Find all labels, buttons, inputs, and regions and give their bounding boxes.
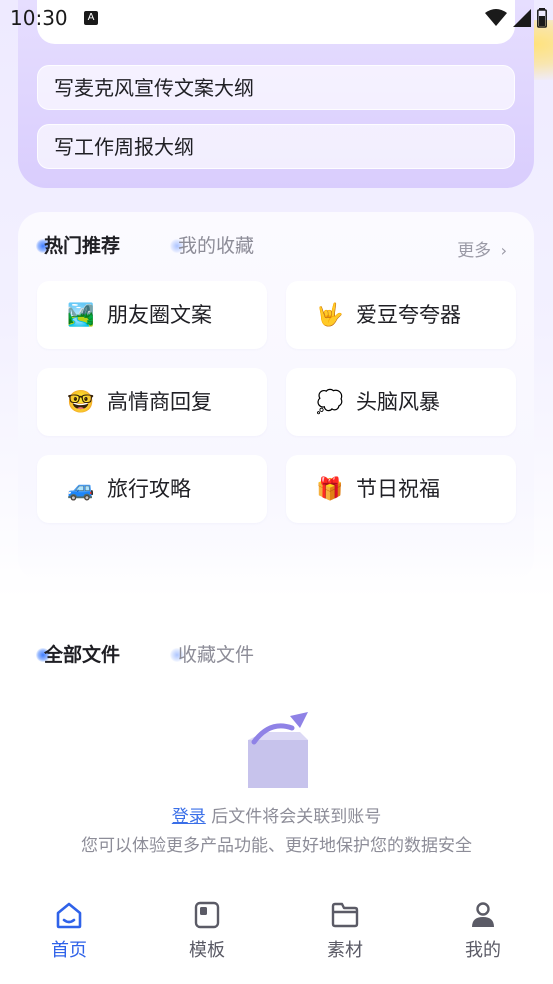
nav-materials-label: 素材 — [327, 940, 363, 961]
signal-icon — [513, 9, 531, 27]
thought-bubble-icon: 💭 — [316, 390, 344, 415]
tab-favorite-files[interactable]: 收藏文件 — [178, 642, 254, 668]
nav-materials[interactable]: 素材 — [276, 886, 414, 984]
login-text: 后文件将会关联到账号 — [211, 807, 382, 827]
notification-icon: A — [84, 11, 98, 25]
bottom-nav: 首页 模板 素材 我的 — [0, 886, 553, 984]
template-item[interactable]: 💭 头脑风暴 — [286, 368, 516, 436]
more-link[interactable]: 更多 › — [457, 236, 507, 261]
login-link[interactable]: 登录 — [172, 807, 206, 827]
template-item-label: 高情商回复 — [107, 390, 212, 414]
nav-templates[interactable]: 模板 — [138, 886, 276, 984]
template-item[interactable]: 🏞️ 朋友圈文案 — [37, 281, 267, 349]
template-item[interactable]: 🎁 节日祝福 — [286, 455, 516, 523]
nav-home-label: 首页 — [51, 940, 87, 961]
status-bar: 10:30 A — [0, 0, 553, 36]
status-icons — [485, 8, 547, 28]
nav-home[interactable]: 首页 — [0, 886, 138, 984]
suggestion-chip[interactable]: 写麦克风宣传文案大纲 — [37, 65, 515, 110]
profile-icon — [472, 902, 494, 927]
rock-hand-icon: 🤟 — [316, 303, 344, 328]
template-item[interactable]: 🤟 爱豆夸夸器 — [286, 281, 516, 349]
template-item[interactable]: 🤓 高情商回复 — [37, 368, 267, 436]
nav-profile-label: 我的 — [465, 940, 501, 961]
wifi-icon — [485, 9, 507, 26]
template-item[interactable]: 🚙 旅行攻略 — [37, 455, 267, 523]
nav-templates-label: 模板 — [189, 940, 225, 961]
template-icon — [194, 901, 220, 929]
more-label: 更多 — [457, 241, 492, 261]
home-icon — [56, 902, 82, 929]
nav-profile[interactable]: 我的 — [414, 886, 552, 984]
template-item-label: 朋友圈文案 — [107, 303, 212, 327]
tab-my-favorites[interactable]: 我的收藏 — [178, 233, 254, 259]
landscape-icon: 🏞️ — [67, 303, 95, 328]
car-icon: 🚙 — [67, 477, 95, 502]
template-item-label: 爱豆夸夸器 — [356, 303, 461, 327]
battery-icon — [537, 8, 547, 28]
template-item-label: 头脑风暴 — [356, 390, 440, 414]
folder-icon — [331, 902, 359, 928]
gift-icon: 🎁 — [316, 477, 344, 502]
tab-hot-recommend[interactable]: 热门推荐 — [44, 233, 120, 259]
nerd-face-icon: 🤓 — [67, 390, 95, 415]
template-item-label: 节日祝福 — [356, 477, 440, 501]
empty-box-icon — [248, 712, 308, 788]
suggestion-chip[interactable]: 写工作周报大纲 — [37, 124, 515, 169]
login-prompt: 登录 后文件将会关联到账号 — [0, 802, 553, 827]
login-subtitle: 您可以体验更多产品功能、更好地保护您的数据安全 — [81, 836, 472, 856]
template-item-label: 旅行攻略 — [107, 477, 191, 501]
chevron-right-icon: › — [500, 241, 507, 260]
status-time: 10:30 — [10, 6, 68, 30]
tab-all-files[interactable]: 全部文件 — [44, 642, 120, 668]
